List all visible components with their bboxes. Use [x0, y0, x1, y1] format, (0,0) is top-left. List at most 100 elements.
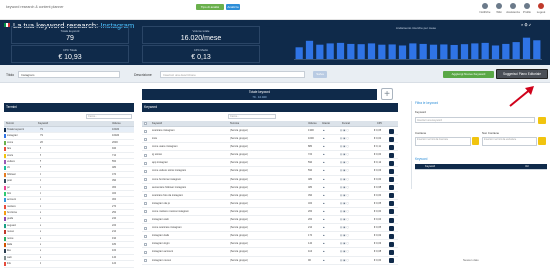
- keyword-checkbox[interactable]: [144, 218, 147, 222]
- keyword-action-icon[interactable]: [389, 225, 394, 231]
- keyword-action-icon[interactable]: [389, 233, 394, 239]
- keywords-search-input[interactable]: Cerca...: [228, 114, 276, 119]
- keyword-checkbox[interactable]: [144, 178, 147, 182]
- keyword-checkbox[interactable]: [144, 137, 147, 141]
- keyword-action-icon[interactable]: [389, 258, 394, 263]
- keyword-checkbox[interactable]: [144, 234, 147, 238]
- keyword-row[interactable]: come usare instagram (Senza gruppo) 880 ● ▤ …: [142, 143, 398, 152]
- keyword-row[interactable]: ig stories (Senza gruppo) 720 ● ▤ ▣ ▢ € 0,00: [142, 151, 398, 160]
- select-all-checkbox[interactable]: [144, 122, 147, 125]
- keyword-checkbox[interactable]: [144, 259, 147, 262]
- assistenza-icon[interactable]: Assistenza: [506, 3, 520, 14]
- keyword-action-icon[interactable]: [389, 136, 394, 142]
- term-color-marker: [4, 217, 6, 222]
- keyword-volume: 140: [308, 242, 313, 246]
- keyword-action-icon[interactable]: [389, 160, 394, 166]
- terms-search-input[interactable]: Cerca...: [86, 114, 132, 119]
- add-keywords-button[interactable]: Aggiungi Nuove Keyword: [443, 71, 494, 78]
- term-color-marker: [4, 223, 6, 228]
- intent-icon: ●: [323, 177, 325, 181]
- contains-edit-icon[interactable]: [472, 137, 479, 145]
- funnel-icons: ▤ ▣ ▢: [340, 193, 349, 197]
- add-group-button[interactable]: +: [381, 88, 393, 100]
- keyword-group: (Senza gruppo): [230, 169, 248, 173]
- keyword-filter-input[interactable]: Inserisci una keyword: [415, 117, 535, 123]
- keyword-row[interactable]: come funziona instagram (Senza gruppo) 480…: [142, 176, 398, 184]
- funnel-icons: ▤ ▣ ▢: [340, 177, 349, 181]
- intent-icon: ●: [323, 258, 325, 262]
- keyword-row[interactable]: aumentare follower instagram (Senza grupp…: [142, 184, 398, 192]
- term-label: mettere: [7, 204, 16, 208]
- keyword-checkbox[interactable]: [144, 194, 147, 198]
- term-keyword-count: 8: [40, 147, 42, 151]
- keyword-checkbox[interactable]: [144, 202, 147, 206]
- keyword-action-icon[interactable]: [389, 209, 394, 215]
- term-keyword-count: 5: [40, 166, 42, 170]
- keyword-checkbox[interactable]: [144, 169, 147, 173]
- keyword-action-icon[interactable]: [389, 249, 394, 255]
- descrizione-input[interactable]: Inserisci una descrizione: [160, 71, 305, 78]
- settings-icon[interactable]: ⚙: [524, 22, 527, 27]
- keyword-checkbox[interactable]: [144, 186, 147, 190]
- keyword-row[interactable]: instagram web (Senza gruppo) 260 ● ▤ ▣ ▢ € 0,…: [142, 216, 398, 225]
- keyword-row[interactable]: instagram login (Senza gruppo) 140 ● ▤ ▣ ▢ € …: [142, 240, 398, 249]
- keyword-action-icon[interactable]: [389, 152, 394, 158]
- keyword-row[interactable]: scaricare instagram (Senza gruppo) 1300 ● ▤ …: [142, 127, 398, 136]
- keyword-action-icon[interactable]: [389, 193, 394, 199]
- keyword-action-icon[interactable]: [389, 241, 394, 247]
- keyword-checkbox[interactable]: [144, 210, 147, 214]
- not-contains-edit-icon[interactable]: [538, 137, 546, 145]
- keyword-row[interactable]: instagram account (Senza gruppo) 110 ● ▤ ▣ ▢…: [142, 248, 398, 257]
- term-color-marker: [4, 191, 6, 196]
- keyword-text: app instagram: [152, 161, 169, 165]
- keyword-checkbox[interactable]: [144, 250, 147, 254]
- keyword-row[interactable]: come vedere storie instagram (Senza grupp…: [142, 167, 398, 176]
- logout-icon[interactable]: Logout: [534, 3, 548, 14]
- notifiche-icon[interactable]: Notifiche: [478, 3, 492, 14]
- wiki-icon[interactable]: Wiki: [492, 3, 506, 14]
- chart-bar-13: [419, 43, 427, 59]
- keyword-action-icon[interactable]: [389, 217, 394, 223]
- term-label: foto: [7, 191, 12, 195]
- term-label: guida: [7, 217, 14, 221]
- search-icon[interactable]: ⌕: [521, 22, 523, 27]
- titolo-input[interactable]: Instagram: [18, 71, 120, 78]
- keyword-row[interactable]: instagram italia (Senza gruppo) 170 ● ▤ ▣ ▢ €…: [142, 232, 398, 241]
- term-color-marker: [4, 255, 6, 260]
- keyword-row[interactable]: come mettere musica instagram (Senza grup…: [142, 208, 398, 217]
- suggest-editorial-plan-button[interactable]: Suggerisci Piano Editoriale: [496, 69, 548, 79]
- analysis-type-button[interactable]: Tipo di analisi: [196, 4, 224, 10]
- keyword-checkbox[interactable]: [144, 145, 147, 149]
- keyword-row[interactable]: come scaricare instagram (Senza gruppo) 21…: [142, 224, 398, 233]
- keyword-action-icon[interactable]: [389, 144, 394, 150]
- stat-total-volume: Volume totale 16.020/mese: [142, 26, 260, 44]
- keyword-action-icon[interactable]: [389, 168, 394, 174]
- keyword-action-icon[interactable]: [389, 177, 394, 183]
- keyword-row[interactable]: instagram da pc (Senza gruppo) 320 ● ▤ ▣ ▢ € …: [142, 200, 398, 208]
- keyword-group: (Senza gruppo): [230, 129, 248, 132]
- terms-panel-title: Termini: [4, 103, 134, 112]
- keyword-checkbox[interactable]: [144, 242, 147, 246]
- contains-input[interactable]: Inserisci i termini da ricercare: [415, 137, 471, 146]
- save-button[interactable]: Salva: [313, 71, 327, 78]
- chart-bar-22: [512, 42, 520, 59]
- keyword-row[interactable]: insta (Senza gruppo) 1000 ● ▤ ▣ ▢ € 0,02: [142, 135, 398, 144]
- keyword-action-icon[interactable]: [389, 128, 394, 134]
- keyword-row[interactable]: scaricare foto da instagram (Senza gruppo…: [142, 192, 398, 200]
- not-contains-input[interactable]: Inserisci i termini da escludere: [482, 137, 537, 146]
- keyword-checkbox[interactable]: [144, 226, 147, 230]
- keyword-checkbox[interactable]: [144, 153, 147, 157]
- not-contains-label: Non Contiene: [482, 131, 500, 135]
- keyword-checkbox[interactable]: [144, 161, 147, 165]
- keyword-volume: 480: [308, 185, 313, 189]
- keyword-action-icon[interactable]: [389, 185, 394, 191]
- edit-icon[interactable]: [538, 117, 546, 124]
- keyword-checkbox[interactable]: [144, 129, 147, 133]
- analyze-button[interactable]: Analizza: [226, 4, 240, 10]
- keyword-row[interactable]: app instagram (Senza gruppo) 590 ● ▤ ▣ ▢ € 0,…: [142, 159, 398, 168]
- profilo-icon[interactable]: Profilo: [520, 3, 534, 14]
- keyword-action-icon[interactable]: [389, 201, 394, 207]
- app-logo[interactable]: keyword research & content planner: [6, 5, 66, 9]
- share-icon[interactable]: ⤴: [529, 22, 531, 27]
- keyword-row[interactable]: instagram nuovo (Senza gruppo) 90 ● ▤ ▣ ▢ € 0…: [142, 257, 398, 265]
